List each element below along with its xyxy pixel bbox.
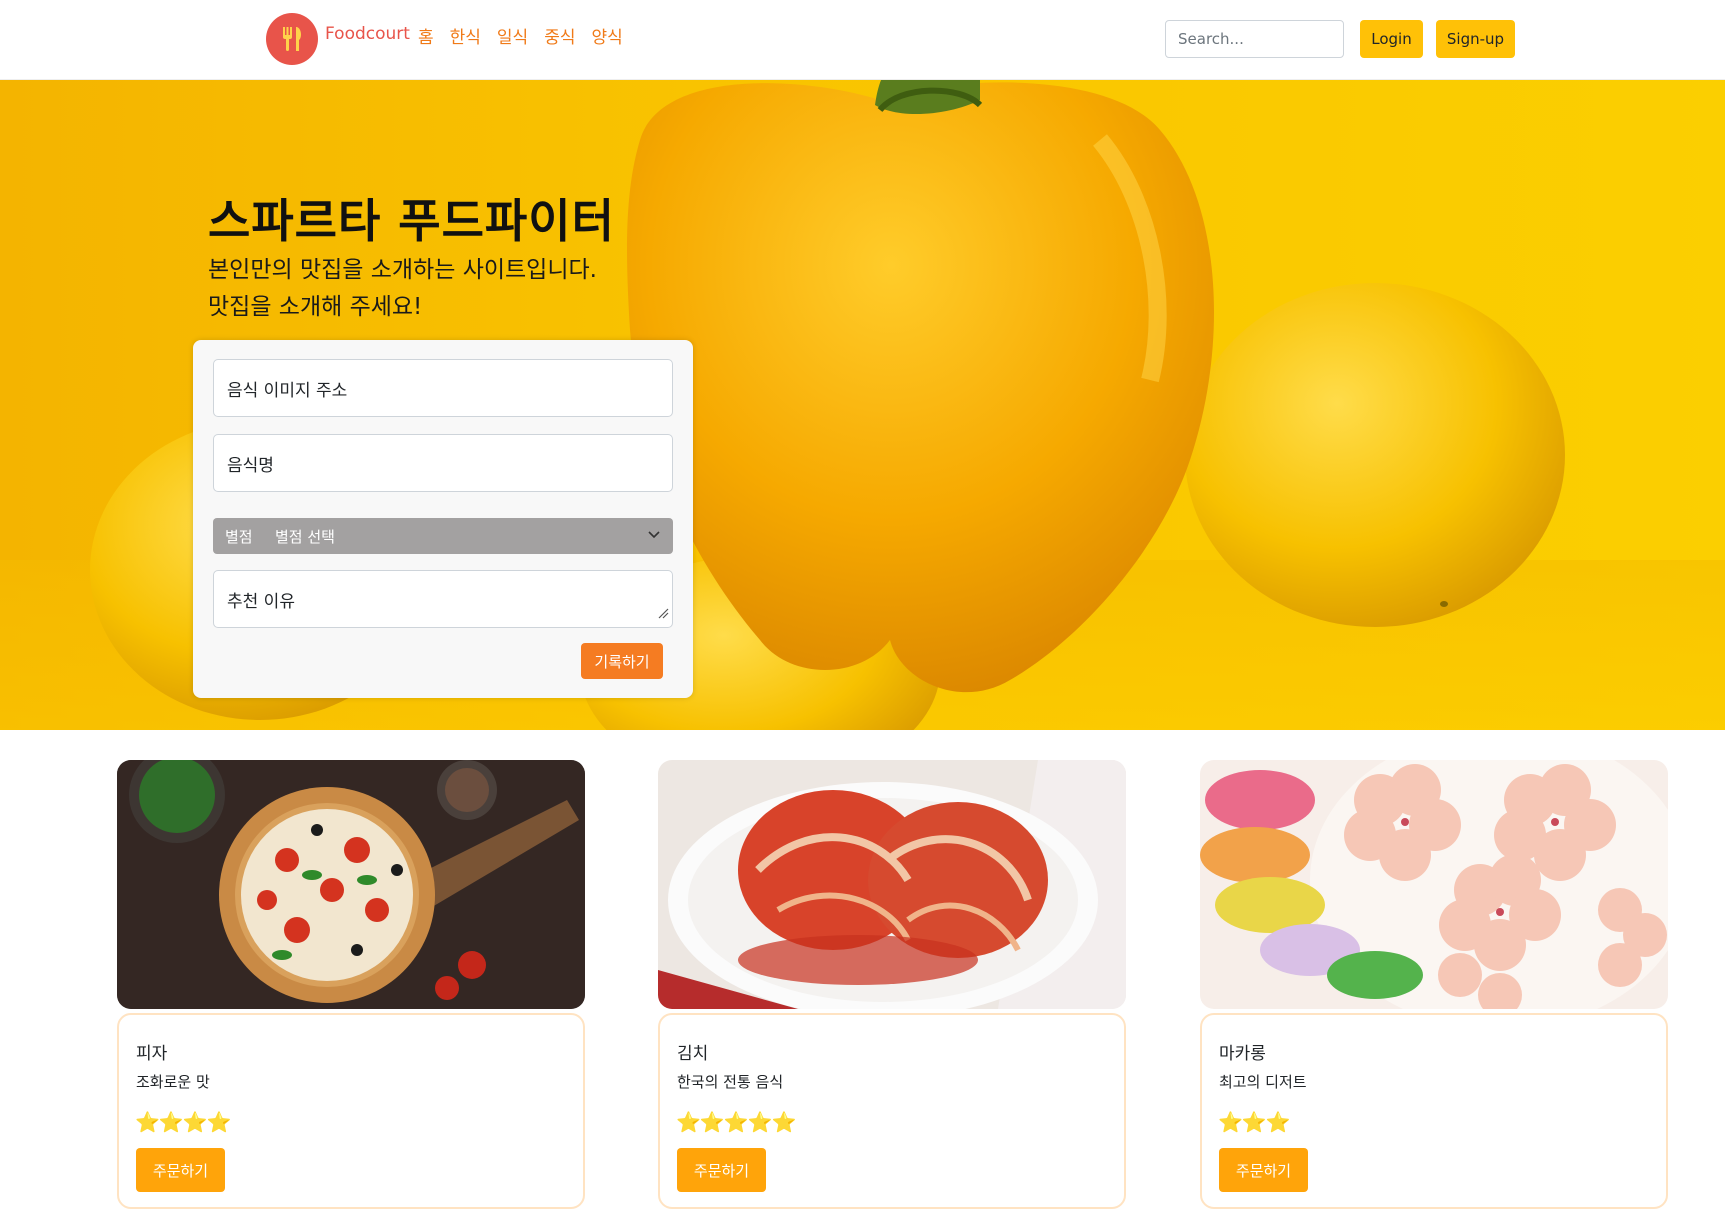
nav-link-japanese[interactable]: 일식 [497, 23, 528, 48]
star-rating: ⭐⭐⭐⭐ [135, 1110, 232, 1134]
login-button[interactable]: Login [1360, 20, 1423, 58]
hero-subtitle: 본인만의 맛집을 소개하는 사이트입니다. 맛집을 소개해 주세요! [208, 252, 597, 326]
card-title: 김치 [677, 1044, 709, 1064]
resize-handle-icon[interactable] [657, 604, 669, 624]
card-body: 김치 한국의 전통 음식 ⭐⭐⭐⭐⭐ 주문하기 [658, 1013, 1126, 1209]
card-description: 조화로운 맛 [136, 1073, 210, 1091]
star-rating: ⭐⭐⭐⭐⭐ [676, 1110, 797, 1134]
rating-label: 별점 [225, 527, 253, 546]
nav-link-korean[interactable]: 한식 [450, 23, 481, 48]
utensils-icon[interactable] [266, 13, 318, 65]
chevron-down-icon [647, 527, 661, 545]
card-title: 피자 [136, 1044, 168, 1064]
order-button[interactable]: 주문하기 [1219, 1148, 1308, 1192]
star-icon: ⭐ [182, 1110, 208, 1134]
nav-links: 홈 한식 일식 중식 양식 [418, 23, 623, 48]
pizza-image [117, 760, 585, 1009]
hero-subtitle-line1: 본인만의 맛집을 소개하는 사이트입니다. [208, 257, 597, 283]
star-icon: ⭐ [747, 1110, 773, 1134]
star-icon: ⭐ [676, 1110, 701, 1134]
kimchi-image [658, 760, 1126, 1009]
star-icon: ⭐ [723, 1110, 749, 1134]
order-button[interactable]: 주문하기 [136, 1148, 225, 1192]
food-card-kimchi: 김치 한국의 전통 음식 ⭐⭐⭐⭐⭐ 주문하기 [658, 760, 1126, 1209]
star-icon: ⭐ [1241, 1110, 1267, 1134]
food-card-macaron: 마카롱 최고의 디저트 ⭐⭐⭐ 주문하기 [1200, 760, 1668, 1209]
star-icon: ⭐ [771, 1110, 797, 1134]
rating-select[interactable]: 별점 별점 선택 [213, 518, 673, 554]
star-icon: ⭐ [1265, 1110, 1291, 1134]
card-body: 피자 조화로운 맛 ⭐⭐⭐⭐ 주문하기 [117, 1013, 585, 1209]
reason-textarea[interactable]: 추천 이유 [213, 570, 673, 628]
card-body: 마카롱 최고의 디저트 ⭐⭐⭐ 주문하기 [1200, 1013, 1668, 1209]
submit-record-button[interactable]: 기록하기 [581, 643, 663, 679]
macaron-image [1200, 760, 1668, 1009]
hero-subtitle-line2: 맛집을 소개해 주세요! [208, 294, 423, 320]
reason-placeholder: 추천 이유 [227, 591, 295, 612]
food-name-input[interactable]: 음식명 [213, 434, 673, 492]
nav-link-western[interactable]: 양식 [591, 23, 622, 48]
review-form: 음식 이미지 주소 음식명 별점 별점 선택 추천 이유 기록하기 [193, 340, 693, 698]
star-rating: ⭐⭐⭐ [1218, 1110, 1291, 1134]
star-icon: ⭐ [699, 1110, 725, 1134]
hero-title: 스파르타 푸드파이터 [208, 194, 615, 248]
rating-selected-value: 별점 선택 [275, 527, 335, 546]
search-input[interactable] [1165, 20, 1344, 58]
star-icon: ⭐ [135, 1110, 160, 1134]
star-icon: ⭐ [158, 1110, 184, 1134]
nav-link-home[interactable]: 홈 [418, 23, 434, 48]
card-description: 최고의 디저트 [1219, 1073, 1307, 1091]
navbar: Foodcourt 홈 한식 일식 중식 양식 Login Sign-up [0, 0, 1725, 80]
card-title: 마카롱 [1219, 1044, 1266, 1064]
star-icon: ⭐ [1218, 1110, 1243, 1134]
card-description: 한국의 전통 음식 [677, 1073, 784, 1091]
order-button[interactable]: 주문하기 [677, 1148, 766, 1192]
signup-button[interactable]: Sign-up [1436, 20, 1515, 58]
food-card-pizza: 피자 조화로운 맛 ⭐⭐⭐⭐ 주문하기 [117, 760, 585, 1209]
star-icon: ⭐ [206, 1110, 232, 1134]
nav-link-chinese[interactable]: 중식 [544, 23, 575, 48]
brand-name[interactable]: Foodcourt [325, 24, 410, 44]
image-url-input[interactable]: 음식 이미지 주소 [213, 359, 673, 417]
